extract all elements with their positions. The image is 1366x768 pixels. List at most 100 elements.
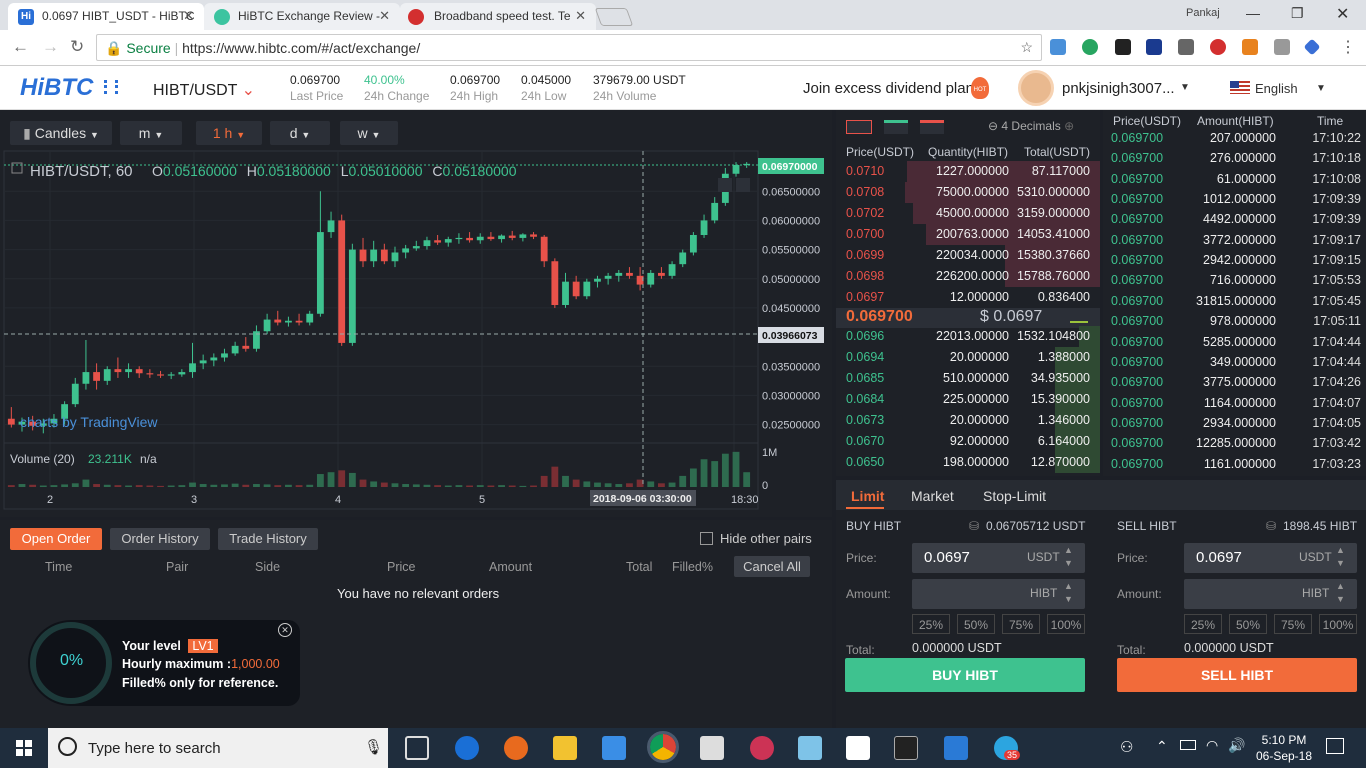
calculator-icon[interactable] [700,736,724,760]
wifi-icon[interactable]: ◠ [1206,737,1218,754]
language-selector[interactable]: English [1255,81,1298,96]
price-chart[interactable]: 0.06970000 0.03966073 0.06500000 0.060000… [0,145,832,517]
file-explorer-icon[interactable] [553,736,577,760]
candles-dropdown[interactable]: ▮ Candles ▼ [10,121,112,145]
interval-day[interactable]: d ▼ [270,121,330,145]
sell-amount-input[interactable]: HIBT ▲ ▼ [1184,579,1357,609]
tab-open-order[interactable]: Open Order [10,528,102,550]
chart-scroll-icon[interactable] [718,178,732,192]
avatar[interactable] [1018,70,1054,106]
decimals-selector[interactable]: ⊖ 4 Decimals ⊕ [988,119,1074,133]
hide-pairs-checkbox[interactable] [700,532,713,545]
username[interactable]: pnkjsinigh3007... [1062,80,1175,97]
eth-icon[interactable] [1303,38,1321,56]
window-close-icon[interactable]: ✕ [1336,4,1349,24]
pair-selector[interactable]: HIBT/USDT ⌄ [153,80,255,100]
interval-week[interactable]: w ▼ [340,121,398,145]
ask-row[interactable]: 0.0699 220034.0000 15380.37660 [836,245,1100,266]
sell-pct-100[interactable]: 100% [1319,614,1357,634]
interval-hour[interactable]: 1 h ▼ [196,121,262,145]
people-icon[interactable]: ⚇ [1120,738,1133,756]
firefox-icon[interactable] [504,736,528,760]
sell-button[interactable]: SELL HIBT [1117,658,1357,692]
profile-name[interactable]: Pankaj [1186,7,1220,19]
buy-price-input[interactable]: 0.0697 USDT ▲ ▼ [912,543,1085,573]
bid-row[interactable]: 0.0684 225.000000 15.390000 [836,389,1100,410]
metamask-icon[interactable] [1242,39,1258,55]
back-icon[interactable]: ← [12,37,29,57]
chrome-icon[interactable] [647,731,679,763]
view-both-icon[interactable] [846,120,872,134]
stepper-icon[interactable]: ▲ ▼ [1064,580,1073,606]
close-icon[interactable]: ✕ [379,8,390,24]
reload-icon[interactable]: ↻ [70,37,84,57]
tab-order-history[interactable]: Order History [110,528,210,550]
notifications-icon[interactable] [1326,738,1344,754]
popup-close-icon[interactable]: ✕ [278,623,292,637]
ask-row[interactable]: 0.0710 1227.000000 87.117000 [836,161,1100,182]
tradingview-watermark[interactable]: charts by TradingView [20,414,158,430]
bid-row[interactable]: 0.0673 20.000000 1.346000 [836,410,1100,431]
remote-desktop-icon[interactable] [944,736,968,760]
ask-row[interactable]: 0.0702 45000.00000 3159.000000 [836,203,1100,224]
cancel-all-button[interactable]: Cancel All [734,556,810,577]
forward-icon[interactable]: → [42,37,59,57]
ask-row[interactable]: 0.0697 12.000000 0.836400 [836,287,1100,308]
tab-hibtc-review[interactable]: HiBTC Exchange Review - ✕ [204,3,400,30]
tab-market[interactable]: Market [911,488,954,504]
chevron-up-icon[interactable]: ⌃ [1156,738,1168,755]
qr-icon[interactable] [1178,39,1194,55]
battery-icon[interactable] [1180,740,1196,750]
opera-icon[interactable] [1210,39,1226,55]
clock[interactable]: 5:10 PM 06-Sep-18 [1254,732,1314,764]
stepper-icon[interactable]: ▲ ▼ [1336,544,1345,570]
chart-scroll-icon[interactable] [736,178,750,192]
hibtc-logo[interactable]: HiBTC [20,74,93,102]
task-view-icon[interactable] [405,736,429,760]
url-input[interactable]: 🔒 Secure | https://www.hibtc.com/#/act/e… [96,34,1042,61]
new-tab-button[interactable] [594,8,634,26]
volume-icon[interactable]: 🔊 [1228,737,1245,754]
stepper-icon[interactable]: ▲ ▼ [1336,580,1345,606]
buy-pct-25[interactable]: 25% [912,614,950,634]
ask-row[interactable]: 0.0700 200763.0000 14053.41000 [836,224,1100,245]
bookmark-star-icon[interactable]: ☆ [1020,39,1033,56]
tab-hibtc-exchange[interactable]: Hi 0.0697 HIBT_USDT - HiBTC ✕ [8,3,204,30]
bid-row[interactable]: 0.0670 92.000000 6.164000 [836,431,1100,452]
view-asks-icon[interactable] [920,120,944,134]
paint-icon[interactable] [750,736,774,760]
sell-price-input[interactable]: 0.0697 USDT ▲ ▼ [1184,543,1357,573]
bid-row[interactable]: 0.0694 20.000000 1.388000 [836,347,1100,368]
ask-row[interactable]: 0.0708 75000.00000 5310.000000 [836,182,1100,203]
close-icon[interactable]: ✕ [183,8,194,24]
buy-pct-50[interactable]: 50% [957,614,995,634]
language-dropdown-icon[interactable]: ▼ [1316,83,1326,94]
plus-icon[interactable]: ⊕ [1064,119,1074,133]
dividend-link[interactable]: Join excess dividend plan [803,80,974,97]
tab-speed-test[interactable]: Broadband speed test. Te ✕ [400,3,596,30]
grammarly-icon[interactable] [1082,39,1098,55]
interval-minute[interactable]: m ▼ [120,121,182,145]
bookmark-ext-icon[interactable] [1146,39,1162,55]
stepper-icon[interactable]: ▲ ▼ [1064,544,1073,570]
close-icon[interactable]: ✕ [575,8,586,24]
minimize-icon[interactable]: — [1246,5,1260,21]
sell-pct-25[interactable]: 25% [1184,614,1222,634]
tab-stop-limit[interactable]: Stop-Limit [983,488,1046,504]
user-dropdown-icon[interactable]: ▼ [1180,82,1190,93]
buy-amount-input[interactable]: HIBT ▲ ▼ [912,579,1085,609]
ask-row[interactable]: 0.0698 226200.0000 15788.76000 [836,266,1100,287]
notes-icon[interactable] [798,736,822,760]
buy-button[interactable]: BUY HIBT [845,658,1085,692]
minus-icon[interactable]: ⊖ [988,119,998,133]
maximize-icon[interactable]: ❐ [1291,5,1304,22]
bid-row[interactable]: 0.0650 198.000000 12.870000 [836,452,1100,473]
extension-badge-icon[interactable] [1115,39,1131,55]
tab-limit[interactable]: Limit [851,488,884,504]
buy-pct-75[interactable]: 75% [1002,614,1040,634]
windows-start-icon[interactable] [16,740,32,756]
store-icon[interactable] [602,736,626,760]
edge-icon[interactable] [455,736,479,760]
view-bids-icon[interactable] [884,120,908,134]
sell-pct-50[interactable]: 50% [1229,614,1267,634]
